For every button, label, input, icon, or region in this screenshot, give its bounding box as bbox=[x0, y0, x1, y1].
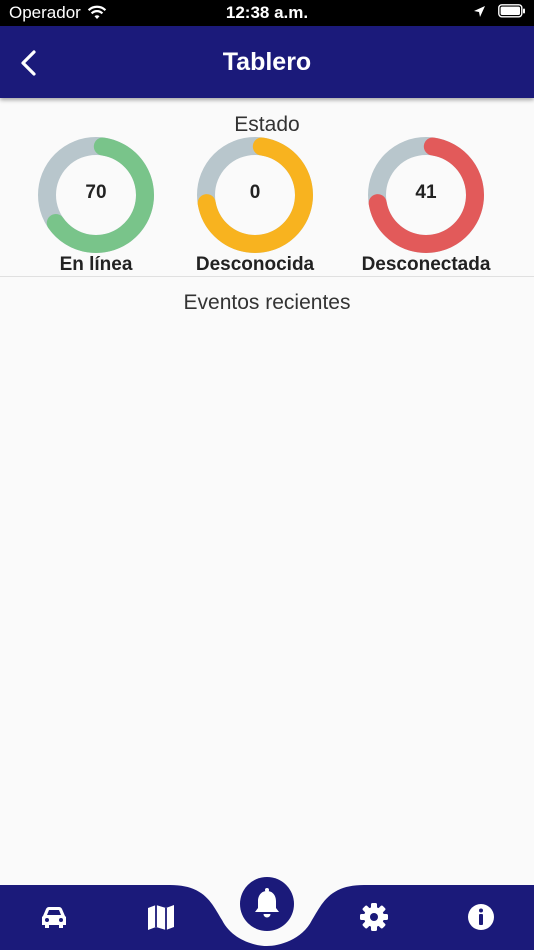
page-title: Tablero bbox=[222, 48, 312, 76]
events-section-title: Eventos recientes bbox=[183, 291, 351, 314]
unknown-label: Desconocida bbox=[195, 254, 315, 275]
disconnected-gauge: 41 bbox=[367, 136, 485, 254]
events-list[interactable] bbox=[0, 315, 534, 880]
gear-icon[interactable] bbox=[359, 902, 389, 932]
online-label: En línea bbox=[59, 254, 133, 275]
car-icon[interactable] bbox=[39, 902, 69, 932]
status-right bbox=[473, 4, 526, 18]
unknown-count: 0 bbox=[249, 182, 261, 203]
clock: 12:38 a.m. bbox=[225, 3, 309, 22]
status-bar: Operador 12:38 a.m. bbox=[0, 0, 534, 26]
notifications-nav-button[interactable] bbox=[240, 877, 294, 931]
info-icon[interactable] bbox=[466, 902, 496, 932]
online-count: 70 bbox=[85, 182, 107, 203]
bell-icon bbox=[255, 888, 279, 918]
app-bar: Tablero bbox=[0, 26, 534, 98]
section-divider bbox=[0, 276, 534, 277]
status-section-title: Estado bbox=[234, 113, 300, 136]
online-gauge: 70 bbox=[37, 136, 155, 254]
location-arrow-icon bbox=[474, 5, 485, 17]
battery-icon bbox=[498, 4, 525, 18]
disconnected-label: Desconectada bbox=[361, 254, 491, 275]
disconnected-count: 41 bbox=[415, 182, 437, 203]
map-icon[interactable] bbox=[146, 902, 176, 932]
unknown-gauge: 0 bbox=[196, 136, 314, 254]
